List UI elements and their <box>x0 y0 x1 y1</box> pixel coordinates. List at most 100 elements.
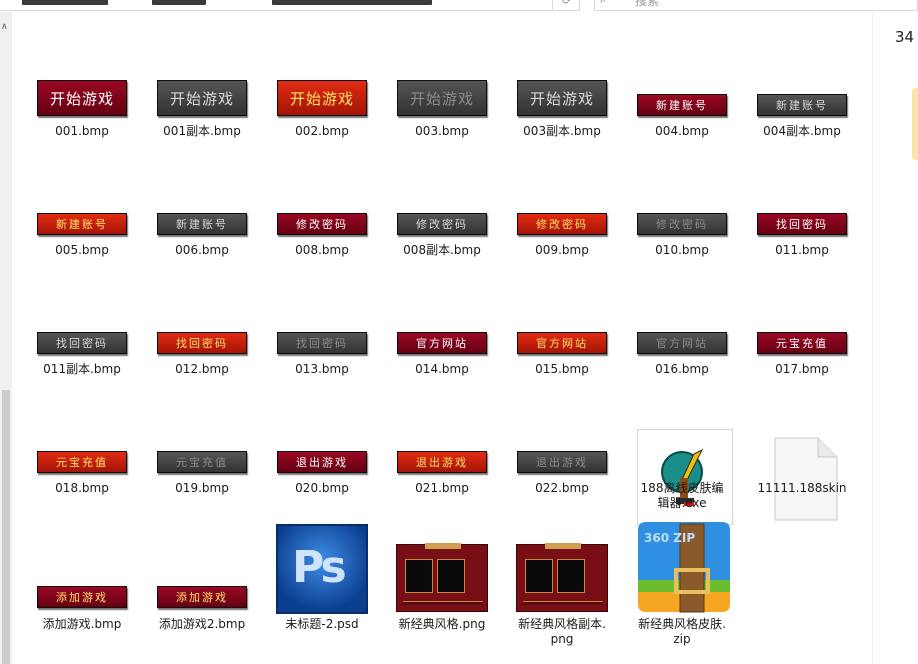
zip-icon-label: 360 ZIP <box>644 531 695 545</box>
file-item[interactable]: 找回密码 011.bmp <box>742 191 862 309</box>
bitmap-thumbnail: 元宝充值 <box>37 451 127 473</box>
refresh-button[interactable]: ⟳ <box>552 0 580 11</box>
bitmap-thumbnail: 开始游戏 <box>517 80 607 116</box>
file-item[interactable]: 11111.188skin <box>742 429 862 547</box>
file-item[interactable]: 新建账号 004副本.bmp <box>742 72 862 190</box>
file-name: 011副本.bmp <box>43 362 121 376</box>
scroll-up-icon[interactable]: ∧ <box>1 22 8 32</box>
thumbnail-panel <box>405 559 433 593</box>
search-box[interactable]: ⌕ 搜索 <box>594 0 918 11</box>
file-item[interactable]: 官方网站 015.bmp <box>502 310 622 428</box>
file-item[interactable]: 官方网站 014.bmp <box>382 310 502 428</box>
file-item[interactable]: 修改密码 008.bmp <box>262 191 382 309</box>
file-item[interactable]: Ps 未标题-2.psd <box>262 520 382 638</box>
file-item[interactable]: 添加游戏添加游戏2.bmp <box>142 520 262 638</box>
bitmap-thumbnail: 官方网站 <box>517 332 607 354</box>
file-item[interactable]: 添加游戏添加游戏.bmp <box>22 520 142 638</box>
address-bar-text-fragment <box>22 0 108 5</box>
address-bar-text-fragment <box>152 0 206 5</box>
bitmap-label: 找回密码 <box>176 337 228 350</box>
bitmap-thumbnail: 元宝充值 <box>157 451 247 473</box>
file-item[interactable]: 新经典风格副本. png <box>502 520 622 646</box>
bitmap-thumbnail: 新建账号 <box>157 213 247 235</box>
bitmap-thumbnail: 新建账号 <box>37 213 127 235</box>
address-bar-text-fragment <box>272 0 432 5</box>
bitmap-label: 找回密码 <box>56 337 108 350</box>
file-item[interactable]: 找回密码 012.bmp <box>142 310 262 428</box>
file-item[interactable]: 元宝充值 017.bmp <box>742 310 862 428</box>
file-item[interactable]: 开始游戏 003副本.bmp <box>502 72 622 190</box>
bitmap-label: 修改密码 <box>296 218 348 231</box>
bitmap-thumbnail: 退出游戏 <box>277 451 367 473</box>
file-item[interactable]: 找回密码 013.bmp <box>262 310 382 428</box>
file-item[interactable]: 开始游戏 003.bmp <box>382 72 502 190</box>
bitmap-label: 官方网站 <box>656 337 708 350</box>
thumbnail-panel <box>525 559 553 593</box>
bitmap-thumbnail: 添加游戏 <box>157 586 247 608</box>
bitmap-label: 找回密码 <box>776 218 828 231</box>
file-item[interactable]: 开始游戏 001.bmp <box>22 72 142 190</box>
file-name: 009.bmp <box>535 243 589 257</box>
bitmap-label: 元宝充值 <box>176 456 228 469</box>
bitmap-label: 元宝充值 <box>56 456 108 469</box>
bitmap-label: 新建账号 <box>656 99 708 112</box>
bitmap-thumbnail: 修改密码 <box>397 213 487 235</box>
bitmap-label: 开始游戏 <box>49 89 114 108</box>
file-name: 新经典风格副本. png <box>518 617 606 646</box>
image-thumbnail <box>516 543 608 612</box>
bitmap-label: 修改密码 <box>656 218 708 231</box>
file-name: 004副本.bmp <box>763 124 841 138</box>
bitmap-label: 新建账号 <box>56 218 108 231</box>
file-item[interactable]: 官方网站 016.bmp <box>622 310 742 428</box>
file-item[interactable]: 找回密码 011副本.bmp <box>22 310 142 428</box>
file-name: 019.bmp <box>175 481 229 495</box>
file-item[interactable]: 开始游戏 002.bmp <box>262 72 382 190</box>
bitmap-label: 开始游戏 <box>529 89 594 108</box>
bitmap-thumbnail: 退出游戏 <box>397 451 487 473</box>
file-name: 新经典风格皮肤. zip <box>638 617 726 646</box>
thumbnail-bar <box>523 601 603 605</box>
file-explorer-window: ⟳ ⌕ 搜索 ∧ 开始游戏 001.bmp 开始游戏 001副本.bmp 开始游戏 002… <box>0 0 918 664</box>
photoshop-icon-label: Ps <box>292 542 347 593</box>
file-item[interactable]: 新建账号 005.bmp <box>22 191 142 309</box>
bitmap-thumbnail: 开始游戏 <box>397 80 487 116</box>
bitmap-thumbnail: 新建账号 <box>757 94 847 116</box>
file-name: 添加游戏2.bmp <box>158 617 246 631</box>
file-name: 未标题-2.psd <box>285 617 359 631</box>
bitmap-thumbnail: 添加游戏 <box>37 586 127 608</box>
bitmap-label: 开始游戏 <box>169 89 234 108</box>
file-item[interactable]: 360 ZIP 新经典风格皮肤. zip <box>622 520 742 646</box>
thumbnail-header <box>545 543 581 549</box>
thumbnail-panel <box>437 559 465 593</box>
bitmap-thumbnail: 开始游戏 <box>37 80 127 116</box>
file-name: 新经典风格.png <box>398 617 486 631</box>
file-item[interactable]: 开始游戏 001副本.bmp <box>142 72 262 190</box>
bitmap-label: 元宝充值 <box>776 337 828 350</box>
bitmap-thumbnail: 修改密码 <box>517 213 607 235</box>
file-item[interactable]: 新建账号 004.bmp <box>622 72 742 190</box>
file-name: 008.bmp <box>295 243 349 257</box>
file-name: 添加游戏.bmp <box>42 617 122 631</box>
file-name: 003副本.bmp <box>523 124 601 138</box>
file-item[interactable]: 修改密码 008副本.bmp <box>382 191 502 309</box>
scrollbar-thumb[interactable] <box>2 390 10 664</box>
photoshop-icon: Ps <box>276 524 368 614</box>
file-name: 188离线皮肤编 辑器.exe <box>640 481 724 510</box>
file-item[interactable]: 新建账号 006.bmp <box>142 191 262 309</box>
image-thumbnail <box>396 543 488 612</box>
file-name: 020.bmp <box>295 481 349 495</box>
vertical-scrollbar[interactable]: ∧ <box>0 12 12 664</box>
file-name: 010.bmp <box>655 243 709 257</box>
bitmap-thumbnail: 开始游戏 <box>157 80 247 116</box>
file-name: 002.bmp <box>295 124 349 138</box>
file-name: 017.bmp <box>775 362 829 376</box>
bitmap-thumbnail: 找回密码 <box>157 332 247 354</box>
file-item[interactable]: 新经典风格.png <box>382 520 502 638</box>
file-item[interactable]: 修改密码 010.bmp <box>622 191 742 309</box>
address-bar[interactable] <box>0 0 552 11</box>
search-icon: ⌕ <box>600 0 606 7</box>
folder-tab-edge <box>912 88 918 160</box>
file-item[interactable]: 修改密码 009.bmp <box>502 191 622 309</box>
top-toolbar: ⟳ ⌕ 搜索 <box>0 0 918 12</box>
file-name: 003.bmp <box>415 124 469 138</box>
